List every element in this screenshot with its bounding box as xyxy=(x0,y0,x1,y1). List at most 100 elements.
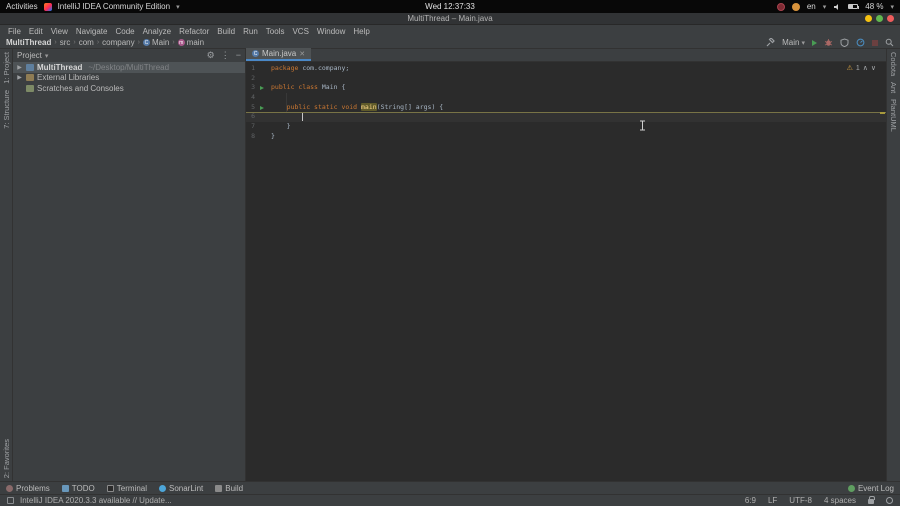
app-menu-button[interactable]: IntelliJ IDEA Community Edition xyxy=(58,2,171,11)
project-panel-title[interactable]: Project xyxy=(17,51,42,60)
breadcrumb-separator-icon: › xyxy=(137,39,140,46)
activities-button[interactable]: Activities xyxy=(6,2,38,11)
breadcrumb-item-main[interactable]: m main xyxy=(177,38,204,47)
code-line-7[interactable]: 7 } xyxy=(246,122,886,132)
tray-app-icon-2[interactable] xyxy=(791,2,800,11)
menu-run[interactable]: Run xyxy=(239,27,262,36)
code-token: package xyxy=(271,64,303,72)
code-token: } xyxy=(271,131,275,140)
stripe-button-2-favorites[interactable]: 2: Favorites xyxy=(2,436,11,481)
warning-icon: ⚠ xyxy=(846,65,853,72)
code-line-2[interactable]: 2 xyxy=(246,74,886,84)
search-everywhere-icon[interactable] xyxy=(885,38,894,47)
inspection-profile-icon[interactable] xyxy=(886,497,893,504)
breadcrumb-item-multithread[interactable]: MultiThread xyxy=(6,38,51,47)
class-icon: C xyxy=(142,39,150,46)
breadcrumb-item-com[interactable]: com xyxy=(79,38,94,47)
hide-panel-icon[interactable]: − xyxy=(236,51,241,60)
breadcrumb-label: Main xyxy=(151,38,170,47)
stripe-button-codota[interactable]: Codota xyxy=(889,49,898,79)
run-button[interactable] xyxy=(812,39,817,46)
profiler-icon[interactable] xyxy=(856,38,865,47)
menu-edit[interactable]: Edit xyxy=(25,27,47,36)
menu-file[interactable]: File xyxy=(4,27,25,36)
expand-chevron-icon[interactable]: ▶ xyxy=(16,74,23,81)
tool-window-switcher-icon[interactable] xyxy=(7,497,14,504)
code-line-6[interactable]: 6 xyxy=(246,112,886,123)
code-line-3[interactable]: 3 public class Main { xyxy=(246,83,886,93)
menu-view[interactable]: View xyxy=(47,27,72,36)
lock-icon[interactable] xyxy=(868,496,875,504)
collapse-all-icon[interactable]: ⋮ xyxy=(221,51,230,60)
code-line-8[interactable]: 8} xyxy=(246,132,886,142)
line-number: 3 xyxy=(251,83,255,92)
menu-refactor[interactable]: Refactor xyxy=(175,27,213,36)
error-stripe-warning-mark[interactable] xyxy=(880,112,885,114)
build-hammer-icon[interactable] xyxy=(766,38,775,47)
editor-tab-main-java[interactable]: C Main.java ✕ xyxy=(246,48,312,61)
menu-code[interactable]: Code xyxy=(111,27,138,36)
minimize-button[interactable] xyxy=(865,15,872,22)
code-line-1[interactable]: 1 package com.company; xyxy=(246,64,886,74)
menu-vcs[interactable]: VCS xyxy=(288,27,312,36)
menu-bar: File Edit View Navigate Code Analyze Refactor B… xyxy=(0,25,900,37)
stripe-button-1-project[interactable]: 1: Project xyxy=(2,49,11,87)
tool-window-button-build[interactable]: Build xyxy=(215,484,243,493)
breadcrumb-item-src[interactable]: src xyxy=(60,38,71,47)
tool-window-button-sonarlint[interactable]: SonarLint xyxy=(159,484,203,493)
tree-row-scratches-and-consoles[interactable]: Scratches and Consoles xyxy=(13,83,245,94)
line-ending-widget[interactable]: LF xyxy=(768,496,777,505)
code-line-5[interactable]: 5 public static void main(String[] args)… xyxy=(246,102,886,113)
battery-percent[interactable]: 48 % xyxy=(865,2,883,11)
menu-window[interactable]: Window xyxy=(313,27,349,36)
stop-button[interactable] xyxy=(872,39,878,46)
code-area[interactable]: 1 package com.company; 2 3 public class Main… xyxy=(246,62,886,142)
close-tab-icon[interactable]: ✕ xyxy=(299,50,305,58)
menu-tools[interactable]: Tools xyxy=(262,27,289,36)
tool-window-button-todo[interactable]: TODO xyxy=(61,484,95,493)
line-number: 8 xyxy=(251,131,255,140)
gnome-left-group: Activities IntelliJ IDEA Community Editi… xyxy=(6,2,180,11)
stripe-button-7-structure[interactable]: 7: Structure xyxy=(2,87,11,132)
chevron-down-icon[interactable]: ▾ xyxy=(45,52,49,60)
code-token: } xyxy=(271,122,291,131)
prev-problem-icon[interactable]: ∧ xyxy=(863,64,868,72)
coverage-shield-icon[interactable] xyxy=(840,38,849,47)
volume-icon[interactable] xyxy=(833,3,841,11)
next-problem-icon[interactable]: ∨ xyxy=(871,64,876,72)
run-line-marker[interactable] xyxy=(255,86,268,91)
close-button[interactable] xyxy=(887,15,894,22)
chevron-down-icon[interactable]: ▾ xyxy=(890,3,894,11)
stripe-button-ant[interactable]: Ant xyxy=(889,79,898,96)
menu-build[interactable]: Build xyxy=(213,27,239,36)
stripe-button-plantuml[interactable]: PlantUML xyxy=(889,96,898,135)
keyboard-layout-indicator[interactable]: en xyxy=(807,2,816,11)
debug-bug-icon[interactable] xyxy=(824,38,833,47)
tool-window-button-terminal[interactable]: Terminal xyxy=(106,484,147,493)
tray-app-icon[interactable] xyxy=(776,2,785,11)
caret-position-widget[interactable]: 6:9 xyxy=(745,496,756,505)
inspections-widget[interactable]: ⚠ 1 ∧ ∨ xyxy=(846,64,876,73)
code-editor[interactable]: 1 package com.company; 2 3 public class Main… xyxy=(246,62,886,481)
run-line-marker[interactable] xyxy=(255,105,268,110)
indent-widget[interactable]: 4 spaces xyxy=(824,496,856,505)
maximize-button[interactable] xyxy=(876,15,883,22)
menu-analyze[interactable]: Analyze xyxy=(139,27,175,36)
main-toolbar: Main ▾ xyxy=(766,38,894,47)
breadcrumb: MultiThread › src › com › company › C Main › m main xyxy=(6,38,204,47)
breadcrumb-item-company[interactable]: company xyxy=(102,38,134,47)
breadcrumb-item-main[interactable]: C Main xyxy=(142,38,170,47)
status-message[interactable]: IntelliJ IDEA 2020.3.3 available // Upda… xyxy=(20,496,172,505)
gear-icon[interactable]: ⚙ xyxy=(207,51,215,60)
folder-icon xyxy=(26,63,34,71)
tree-row-multithread[interactable]: ▶ MultiThread ~/Desktop/MultiThread xyxy=(13,62,245,73)
menu-navigate[interactable]: Navigate xyxy=(72,27,112,36)
menu-help[interactable]: Help xyxy=(349,27,373,36)
run-configuration-selector[interactable]: Main ▾ xyxy=(782,38,805,47)
encoding-widget[interactable]: UTF-8 xyxy=(789,496,812,505)
expand-chevron-icon[interactable]: ▶ xyxy=(16,64,23,71)
code-line-4[interactable]: 4 xyxy=(246,93,886,103)
tool-window-button-problems[interactable]: Problems xyxy=(6,484,50,493)
tree-row-external-libraries[interactable]: ▶ External Libraries xyxy=(13,73,245,84)
tool-window-button-event-log[interactable]: Event Log xyxy=(847,484,894,493)
